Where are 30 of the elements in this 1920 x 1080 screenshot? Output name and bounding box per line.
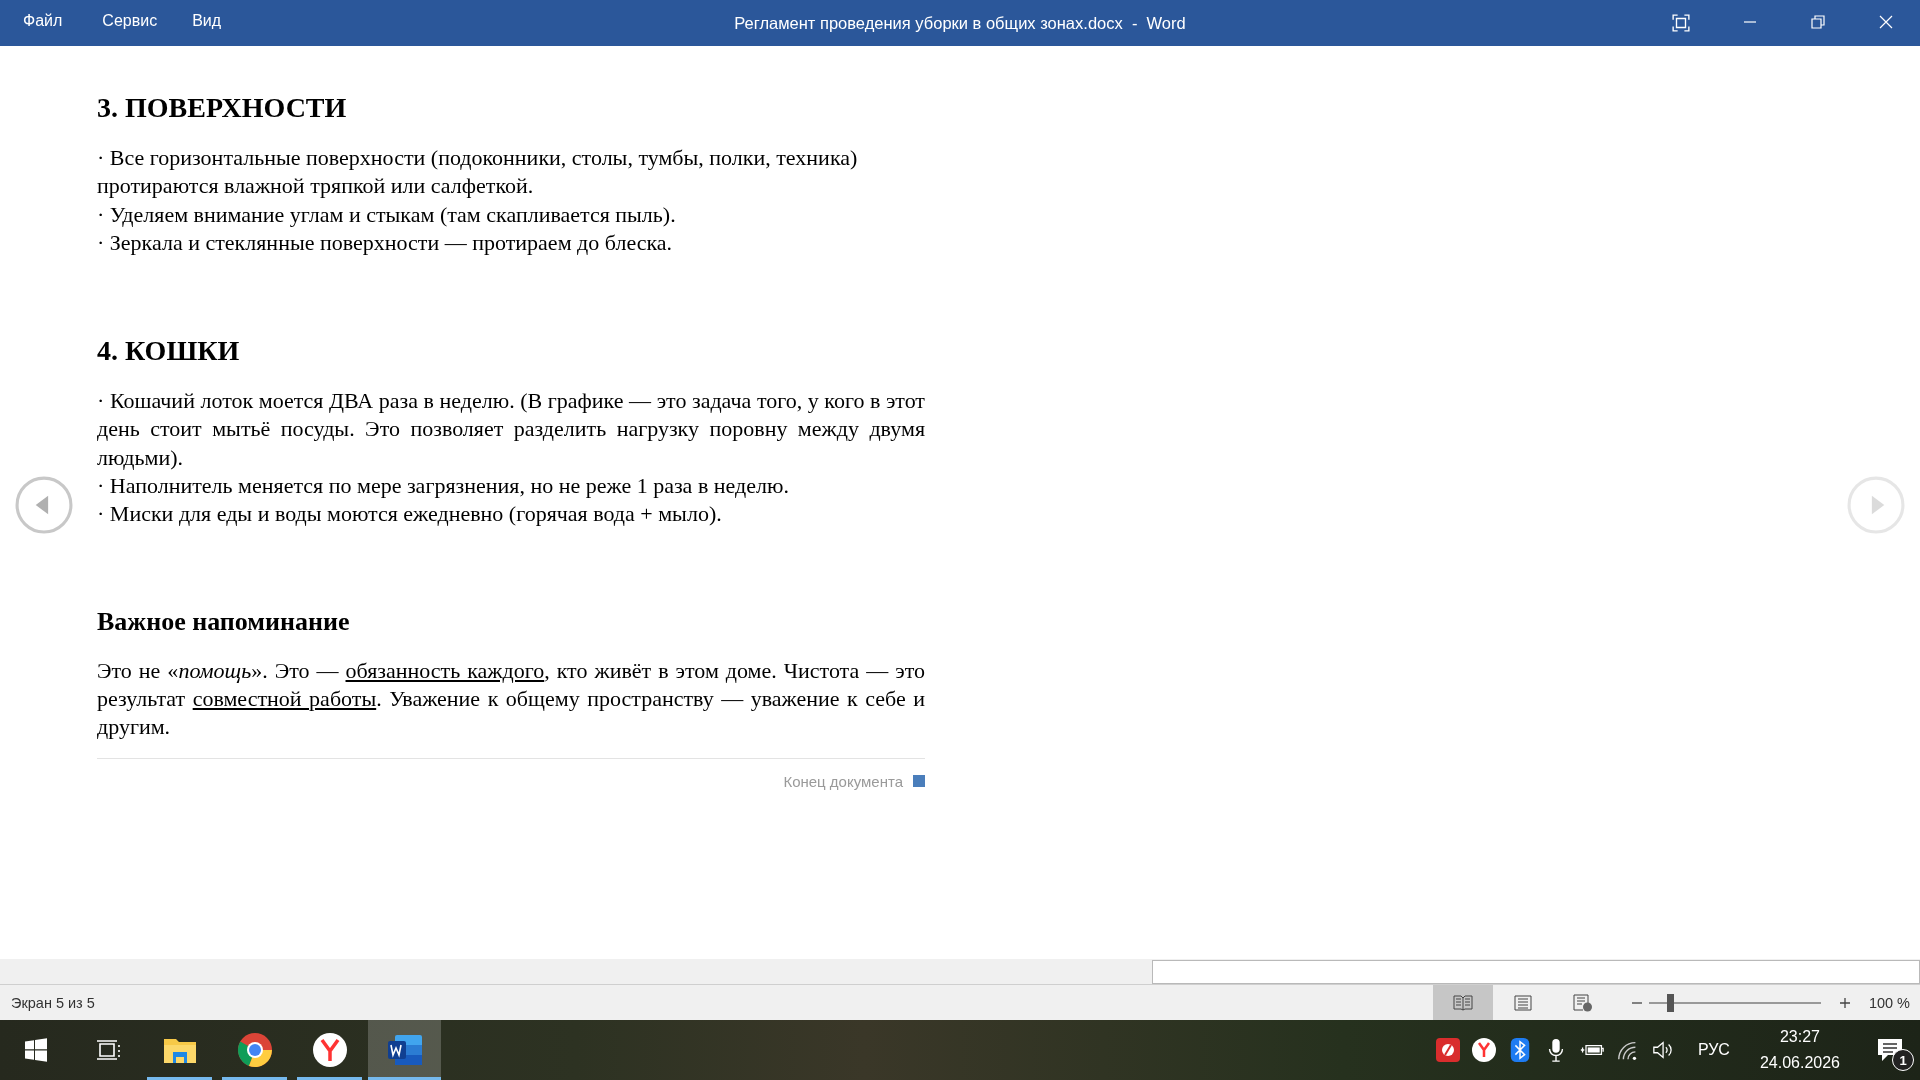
slash-logo-tray-icon[interactable] — [1435, 1038, 1460, 1062]
bullet-paragraph: · Все горизонтальные поверхности (подоконники, столы, тумбы, полки, техника) протираются влажной тряпкой или салфеткой. — [97, 144, 859, 201]
yandex-tray-icon[interactable] — [1471, 1038, 1496, 1062]
window-title: Регламент проведения уборки в общих зонах.docx - Word — [734, 13, 1186, 33]
input-language[interactable]: РУС — [1697, 1041, 1730, 1059]
word-taskbar-icon[interactable] — [368, 1020, 441, 1080]
reminder-heading: Важное напоминание — [97, 606, 351, 637]
reminder-paragraph: Это не «помощь». Это — обязанность каждого, кто живёт в этом доме. Чистота — это результат совместной работы. Уважение к общему пространству — уважение к себе и другим. — [97, 656, 925, 742]
notification-count-badge: 1 — [1892, 1049, 1914, 1071]
section-heading: 3. ПОВЕРХНОСТИ — [97, 92, 348, 124]
bullet-paragraph: · Уделяем внимание углам и стыкам (там скапливается пыль). — [97, 200, 677, 229]
zoom-level[interactable]: 100 % — [1856, 994, 1920, 1011]
end-of-document-label: Конец документа — [783, 772, 903, 790]
page-icon — [1513, 994, 1532, 1011]
web-page-icon — [1572, 993, 1593, 1012]
bullet-paragraph: · Кошачий лоток моется ДВА раза в неделю. (В графике — это задача того, у кого в этот день стоит мытьё посуды. Это позволяет разделить нагрузку поровну между двумя людьми). — [97, 387, 925, 472]
book-icon — [1452, 994, 1473, 1011]
clock[interactable]: 23:27 24.06.2026 — [1747, 1024, 1852, 1076]
menu-item[interactable]: Сервис — [84, 12, 180, 34]
menu-item[interactable]: Вид — [179, 12, 244, 34]
menu-item[interactable]: Файл — [10, 12, 85, 34]
zoom-slider[interactable] — [1648, 993, 1821, 1012]
clock-time: 23:27 — [1779, 1027, 1820, 1047]
section-heading: 4. КОШКИ — [97, 335, 241, 368]
screen-counter: Экран 5 из 5 — [10, 994, 95, 1011]
end-marker-icon — [913, 775, 925, 788]
bullet-paragraph: · Наполнитель меняется по мере загрязнения, но не реже 1 раза в неделю. — [97, 472, 790, 501]
bullet-paragraph: · Зеркала и стеклянные поверхности — протираем до блеска. — [97, 228, 674, 257]
bullet-paragraph: · Миски для еды и воды моются ежедневно (горячая вода + мыло). — [97, 500, 723, 529]
clock-date: 24.06.2026 — [1759, 1053, 1840, 1073]
